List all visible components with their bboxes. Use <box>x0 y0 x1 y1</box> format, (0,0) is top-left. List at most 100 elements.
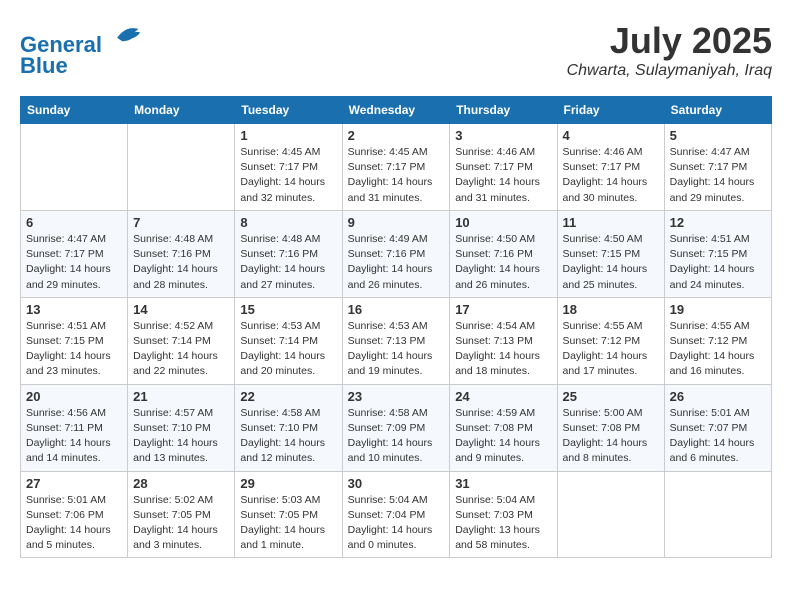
calendar-cell: 23 Sunrise: 4:58 AM Sunset: 7:09 PM Dayli… <box>342 384 450 471</box>
calendar-header-row: SundayMondayTuesdayWednesdayThursdayFrid… <box>21 97 772 124</box>
calendar-cell: 3 Sunrise: 4:46 AM Sunset: 7:17 PM Daylig… <box>450 124 557 211</box>
calendar-cell: 29 Sunrise: 5:03 AM Sunset: 7:05 PM Dayli… <box>235 471 342 558</box>
logo: General Blue <box>20 20 142 79</box>
calendar-cell: 27 Sunrise: 5:01 AM Sunset: 7:06 PM Dayli… <box>21 471 128 558</box>
day-number: 24 <box>455 389 551 404</box>
day-number: 22 <box>240 389 336 404</box>
day-number: 9 <box>348 215 445 230</box>
weekday-header-sunday: Sunday <box>21 97 128 124</box>
day-info: Sunrise: 4:48 AM Sunset: 7:16 PM Dayligh… <box>240 232 336 293</box>
weekday-header-friday: Friday <box>557 97 664 124</box>
calendar-cell: 11Sunrise: 4:50 AM Sunset: 7:15 PM Dayli… <box>557 210 664 297</box>
calendar-cell: 14 Sunrise: 4:52 AM Sunset: 7:14 PM Dayli… <box>128 297 235 384</box>
day-info: Sunrise: 5:01 AM Sunset: 7:06 PM Dayligh… <box>26 493 122 554</box>
day-number: 25 <box>563 389 659 404</box>
day-info: Sunrise: 5:04 AM Sunset: 7:03 PM Dayligh… <box>455 493 551 554</box>
calendar-cell <box>21 124 128 211</box>
calendar-cell <box>128 124 235 211</box>
calendar-cell: 15 Sunrise: 4:53 AM Sunset: 7:14 PM Dayli… <box>235 297 342 384</box>
calendar-cell: 4Sunrise: 4:46 AM Sunset: 7:17 PM Daylig… <box>557 124 664 211</box>
day-number: 31 <box>455 476 551 491</box>
calendar-cell: 21 Sunrise: 4:57 AM Sunset: 7:10 PM Dayli… <box>128 384 235 471</box>
day-number: 27 <box>26 476 122 491</box>
day-info: Sunrise: 4:58 AM Sunset: 7:10 PM Dayligh… <box>240 406 336 467</box>
calendar-cell: 12Sunrise: 4:51 AM Sunset: 7:15 PM Dayli… <box>664 210 771 297</box>
day-info: Sunrise: 4:56 AM Sunset: 7:11 PM Dayligh… <box>26 406 122 467</box>
calendar-cell: 19Sunrise: 4:55 AM Sunset: 7:12 PM Dayli… <box>664 297 771 384</box>
calendar-table: SundayMondayTuesdayWednesdayThursdayFrid… <box>20 96 772 558</box>
logo-text: General <box>20 20 142 57</box>
day-number: 10 <box>455 215 551 230</box>
day-info: Sunrise: 4:45 AM Sunset: 7:17 PM Dayligh… <box>348 145 445 206</box>
day-number: 6 <box>26 215 122 230</box>
calendar-cell: 8Sunrise: 4:48 AM Sunset: 7:16 PM Daylig… <box>235 210 342 297</box>
day-number: 3 <box>455 128 551 143</box>
day-number: 13 <box>26 302 122 317</box>
day-number: 16 <box>348 302 445 317</box>
day-info: Sunrise: 5:04 AM Sunset: 7:04 PM Dayligh… <box>348 493 445 554</box>
calendar-cell: 24 Sunrise: 4:59 AM Sunset: 7:08 PM Dayli… <box>450 384 557 471</box>
day-number: 5 <box>670 128 766 143</box>
day-info: Sunrise: 4:51 AM Sunset: 7:15 PM Dayligh… <box>670 232 766 293</box>
calendar-cell: 20Sunrise: 4:56 AM Sunset: 7:11 PM Dayli… <box>21 384 128 471</box>
day-info: Sunrise: 4:54 AM Sunset: 7:13 PM Dayligh… <box>455 319 551 380</box>
calendar-cell: 2 Sunrise: 4:45 AM Sunset: 7:17 PM Daylig… <box>342 124 450 211</box>
calendar-cell: 28Sunrise: 5:02 AM Sunset: 7:05 PM Dayli… <box>128 471 235 558</box>
calendar-cell: 16 Sunrise: 4:53 AM Sunset: 7:13 PM Dayli… <box>342 297 450 384</box>
day-number: 21 <box>133 389 229 404</box>
calendar-cell: 31 Sunrise: 5:04 AM Sunset: 7:03 PM Dayli… <box>450 471 557 558</box>
logo-bird-icon <box>110 20 142 52</box>
calendar-cell: 13 Sunrise: 4:51 AM Sunset: 7:15 PM Dayli… <box>21 297 128 384</box>
day-info: Sunrise: 4:53 AM Sunset: 7:13 PM Dayligh… <box>348 319 445 380</box>
day-number: 30 <box>348 476 445 491</box>
calendar-cell: 9 Sunrise: 4:49 AM Sunset: 7:16 PM Daylig… <box>342 210 450 297</box>
day-number: 18 <box>563 302 659 317</box>
calendar-cell: 25 Sunrise: 5:00 AM Sunset: 7:08 PM Dayli… <box>557 384 664 471</box>
title-block: July 2025 Chwarta, Sulaymaniyah, Iraq <box>567 20 772 80</box>
calendar-cell <box>664 471 771 558</box>
weekday-header-wednesday: Wednesday <box>342 97 450 124</box>
calendar-cell: 30 Sunrise: 5:04 AM Sunset: 7:04 PM Dayli… <box>342 471 450 558</box>
calendar-cell: 22 Sunrise: 4:58 AM Sunset: 7:10 PM Dayli… <box>235 384 342 471</box>
calendar-cell: 26Sunrise: 5:01 AM Sunset: 7:07 PM Dayli… <box>664 384 771 471</box>
day-info: Sunrise: 4:57 AM Sunset: 7:10 PM Dayligh… <box>133 406 229 467</box>
calendar-cell: 17 Sunrise: 4:54 AM Sunset: 7:13 PM Dayli… <box>450 297 557 384</box>
day-info: Sunrise: 4:49 AM Sunset: 7:16 PM Dayligh… <box>348 232 445 293</box>
day-number: 29 <box>240 476 336 491</box>
weekday-header-saturday: Saturday <box>664 97 771 124</box>
day-info: Sunrise: 4:45 AM Sunset: 7:17 PM Dayligh… <box>240 145 336 206</box>
calendar-cell: 18 Sunrise: 4:55 AM Sunset: 7:12 PM Dayli… <box>557 297 664 384</box>
day-number: 14 <box>133 302 229 317</box>
day-info: Sunrise: 4:51 AM Sunset: 7:15 PM Dayligh… <box>26 319 122 380</box>
day-number: 26 <box>670 389 766 404</box>
day-number: 2 <box>348 128 445 143</box>
calendar-week-2: 6 Sunrise: 4:47 AM Sunset: 7:17 PM Daylig… <box>21 210 772 297</box>
day-number: 28 <box>133 476 229 491</box>
day-info: Sunrise: 4:47 AM Sunset: 7:17 PM Dayligh… <box>26 232 122 293</box>
day-number: 17 <box>455 302 551 317</box>
location-subtitle: Chwarta, Sulaymaniyah, Iraq <box>567 62 772 80</box>
day-info: Sunrise: 4:46 AM Sunset: 7:17 PM Dayligh… <box>455 145 551 206</box>
day-number: 7 <box>133 215 229 230</box>
calendar-cell: 6 Sunrise: 4:47 AM Sunset: 7:17 PM Daylig… <box>21 210 128 297</box>
calendar-cell: 10Sunrise: 4:50 AM Sunset: 7:16 PM Dayli… <box>450 210 557 297</box>
month-year-title: July 2025 <box>567 20 772 62</box>
day-info: Sunrise: 4:55 AM Sunset: 7:12 PM Dayligh… <box>563 319 659 380</box>
day-info: Sunrise: 5:00 AM Sunset: 7:08 PM Dayligh… <box>563 406 659 467</box>
calendar-cell <box>557 471 664 558</box>
weekday-header-tuesday: Tuesday <box>235 97 342 124</box>
day-number: 15 <box>240 302 336 317</box>
day-info: Sunrise: 4:52 AM Sunset: 7:14 PM Dayligh… <box>133 319 229 380</box>
day-info: Sunrise: 4:46 AM Sunset: 7:17 PM Dayligh… <box>563 145 659 206</box>
day-number: 19 <box>670 302 766 317</box>
day-info: Sunrise: 4:59 AM Sunset: 7:08 PM Dayligh… <box>455 406 551 467</box>
day-number: 23 <box>348 389 445 404</box>
day-info: Sunrise: 4:48 AM Sunset: 7:16 PM Dayligh… <box>133 232 229 293</box>
day-info: Sunrise: 5:03 AM Sunset: 7:05 PM Dayligh… <box>240 493 336 554</box>
calendar-cell: 1 Sunrise: 4:45 AM Sunset: 7:17 PM Daylig… <box>235 124 342 211</box>
day-info: Sunrise: 4:53 AM Sunset: 7:14 PM Dayligh… <box>240 319 336 380</box>
day-info: Sunrise: 4:47 AM Sunset: 7:17 PM Dayligh… <box>670 145 766 206</box>
day-number: 1 <box>240 128 336 143</box>
calendar-week-1: 1 Sunrise: 4:45 AM Sunset: 7:17 PM Daylig… <box>21 124 772 211</box>
day-info: Sunrise: 4:58 AM Sunset: 7:09 PM Dayligh… <box>348 406 445 467</box>
